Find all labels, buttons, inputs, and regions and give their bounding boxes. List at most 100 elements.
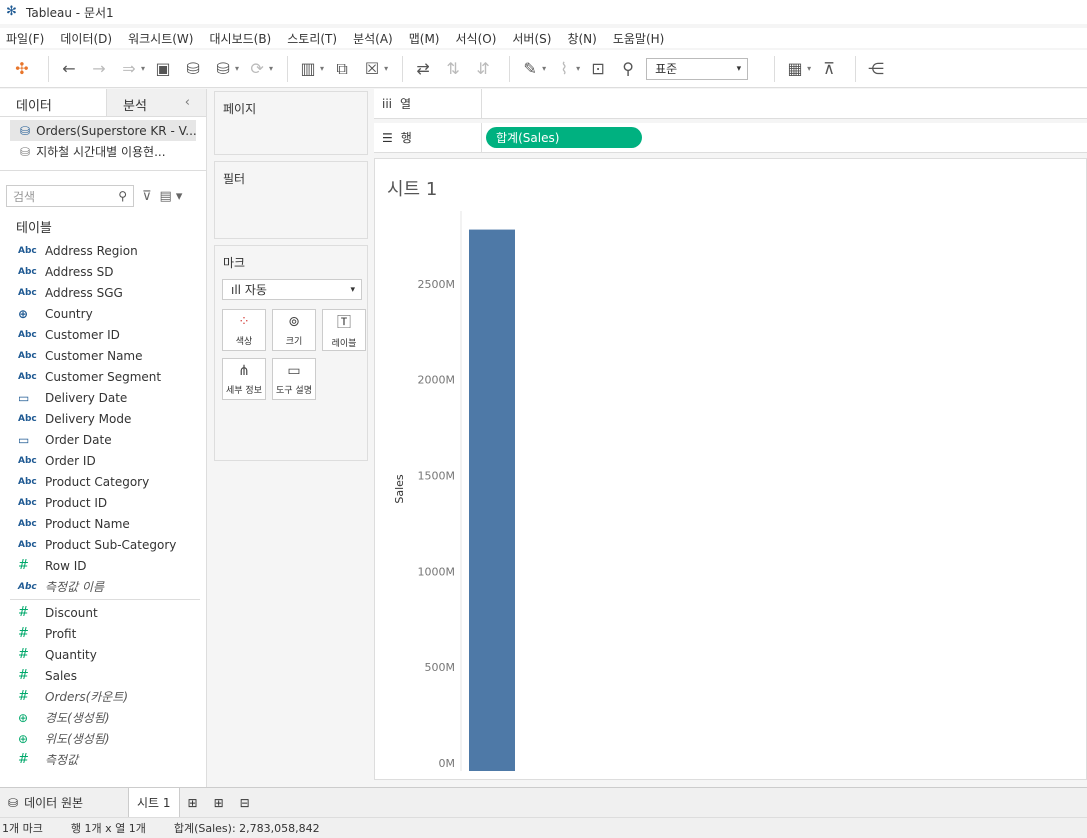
tableau-logo-icon: ✻ [6, 4, 17, 19]
columns-shelf[interactable]: iii 열 [374, 89, 1087, 119]
label-button[interactable]: 🅃 레이블 [322, 309, 366, 351]
datasource-item[interactable]: ⛁ Orders(Superstore KR - V... [10, 120, 196, 141]
measure-field[interactable]: # Sales [0, 665, 206, 686]
tab-data[interactable]: 데이터 [0, 89, 68, 116]
filter-icon[interactable]: ⊽ [142, 189, 152, 204]
dimension-field[interactable]: Abc Product Name [0, 513, 206, 534]
dimension-field[interactable]: Abc Product ID [0, 492, 206, 513]
dimension-field[interactable]: ⊕ Country [0, 303, 206, 324]
duplicate-sheet-icon[interactable]: ⧉ [330, 57, 354, 81]
pause-dropdown-icon[interactable]: ▾ [235, 64, 239, 73]
pages-card[interactable]: 페이지 [214, 91, 368, 155]
sort-ascending-icon[interactable]: ⇅ [441, 57, 465, 81]
search-input[interactable]: 검색 ⚲ [6, 185, 134, 207]
presentation-mode-icon[interactable]: ⊼ [817, 57, 841, 81]
highlight-icon[interactable]: ✎ [518, 57, 542, 81]
tableau-home-icon[interactable]: ✣ [10, 57, 34, 81]
size-button[interactable]: ⊚ 크기 [272, 309, 316, 351]
filters-card[interactable]: 필터 [214, 161, 368, 239]
measure-field[interactable]: ⊕ 위도(생성됨) [0, 728, 206, 749]
datasource-label: 지하철 시간대별 이용현... [36, 145, 166, 159]
sheet-tabs-bar: ⛁ 데이터 원본 시트 1 ⊞ ⊞ ⊟ [0, 787, 1087, 818]
sum-sales-pill[interactable]: 합계(Sales) [486, 127, 642, 148]
detail-button[interactable]: ⋔ 세부 정보 [222, 358, 266, 400]
dimension-field[interactable]: Abc Product Category [0, 471, 206, 492]
menu-help[interactable]: 도움말(H) [613, 30, 665, 47]
menu-window[interactable]: 창(N) [567, 30, 596, 47]
swap-icon[interactable]: ⇄ [411, 57, 435, 81]
sheet-tab[interactable]: 시트 1 [128, 787, 180, 818]
bar-mark[interactable] [469, 229, 515, 771]
rows-icon: ☰ [382, 130, 393, 145]
dimension-field[interactable]: Abc Customer Name [0, 345, 206, 366]
menu-server[interactable]: 서버(S) [512, 30, 551, 47]
dimension-field[interactable]: Abc Customer Segment [0, 366, 206, 387]
undo-icon[interactable]: ← [57, 57, 81, 81]
tab-analysis[interactable]: 분석 ‹ [106, 89, 206, 116]
menu-format[interactable]: 서식(O) [456, 30, 497, 47]
dimension-field[interactable]: Abc 측정값 이름 [0, 576, 206, 597]
bar-chart: 0M 500M 1000M 1500M 2000M 2500M Sales [393, 211, 515, 771]
dimension-field[interactable]: Abc Order ID [0, 450, 206, 471]
replay-dropdown-icon[interactable]: ▾ [141, 64, 145, 73]
geo-type-icon: ⊕ [18, 710, 29, 725]
show-labels-icon[interactable]: ⊡ [586, 57, 610, 81]
menu-file[interactable]: 파일(F) [6, 30, 44, 47]
dimension-field[interactable]: ▭ Order Date [0, 429, 206, 450]
menu-worksheet[interactable]: 워크시트(W) [128, 30, 193, 47]
share-icon[interactable]: ⋲ [864, 57, 888, 81]
sort-descending-icon[interactable]: ⇵ [471, 57, 495, 81]
clear-sheet-icon[interactable]: ☒ [360, 57, 384, 81]
menu-map[interactable]: 맵(M) [409, 30, 440, 47]
menu-story[interactable]: 스토리(T) [287, 30, 337, 47]
group-icon[interactable]: ⌇ [552, 57, 576, 81]
mark-type-select[interactable]: ıll 자동 ▾ [222, 279, 362, 300]
menu-data[interactable]: 데이터(D) [60, 30, 112, 47]
measure-field[interactable]: # Orders(카운트) [0, 686, 206, 707]
show-me-icon[interactable]: ▦ [783, 57, 807, 81]
field-label: Customer Name [45, 348, 143, 363]
view-options-icon[interactable]: ▤ ▾ [160, 189, 183, 204]
measure-field[interactable]: # Profit [0, 623, 206, 644]
measure-field[interactable]: ⊕ 경도(생성됨) [0, 707, 206, 728]
measure-field[interactable]: # Discount [0, 602, 206, 623]
datasource-tab[interactable]: ⛁ 데이터 원본 [0, 788, 128, 818]
dimension-field[interactable]: Abc Address Region [0, 240, 206, 261]
menu-dashboard[interactable]: 대시보드(B) [209, 30, 271, 47]
new-datasource-icon[interactable]: ⛁ [181, 57, 205, 81]
show-me-dropdown-icon[interactable]: ▾ [807, 64, 811, 73]
menu-analysis[interactable]: 분석(A) [353, 30, 393, 47]
save-icon[interactable]: ▣ [151, 57, 175, 81]
group-dropdown-icon[interactable]: ▾ [576, 64, 580, 73]
dimension-field[interactable]: Abc Delivery Mode [0, 408, 206, 429]
refresh-icon[interactable]: ⟳ [245, 57, 269, 81]
new-story-icon[interactable]: ⊟ [232, 788, 258, 818]
pause-updates-icon[interactable]: ⛁ [211, 57, 235, 81]
fit-select[interactable]: 표준 ▾ [646, 57, 749, 80]
new-worksheet-icon[interactable]: ▥ [296, 57, 320, 81]
measure-field[interactable]: # Quantity [0, 644, 206, 665]
highlight-dropdown-icon[interactable]: ▾ [542, 64, 546, 73]
color-button[interactable]: ⁘ 색상 [222, 309, 266, 351]
new-worksheet-dropdown-icon[interactable]: ▾ [320, 64, 324, 73]
measure-field[interactable]: # 측정값 [0, 749, 206, 770]
string-type-icon: Abc [18, 455, 37, 466]
dimension-field[interactable]: Abc Address SD [0, 261, 206, 282]
dimension-field[interactable]: Abc Product Sub-Category [0, 534, 206, 555]
fix-axes-icon[interactable]: ⚲ [616, 57, 640, 81]
dimension-field[interactable]: Abc Customer ID [0, 324, 206, 345]
dimension-field[interactable]: Abc Address SGG [0, 282, 206, 303]
detail-label: 세부 정보 [226, 385, 262, 396]
rows-shelf[interactable]: ☰ 행 합계(Sales) [374, 123, 1087, 153]
dimension-field[interactable]: ▭ Delivery Date [0, 387, 206, 408]
refresh-dropdown-icon[interactable]: ▾ [269, 64, 273, 73]
dimension-field[interactable]: # Row ID [0, 555, 206, 576]
collapse-pane-icon[interactable]: ‹ [185, 95, 190, 110]
datasource-item[interactable]: ⛁ 지하철 시간대별 이용현... [0, 141, 206, 162]
new-dashboard-icon[interactable]: ⊞ [206, 788, 232, 818]
replay-icon[interactable]: ⇒ [117, 57, 141, 81]
new-worksheet-icon[interactable]: ⊞ [180, 788, 206, 818]
clear-dropdown-icon[interactable]: ▾ [384, 64, 388, 73]
redo-icon[interactable]: → [87, 57, 111, 81]
tooltip-button[interactable]: ▭ 도구 설명 [272, 358, 316, 400]
